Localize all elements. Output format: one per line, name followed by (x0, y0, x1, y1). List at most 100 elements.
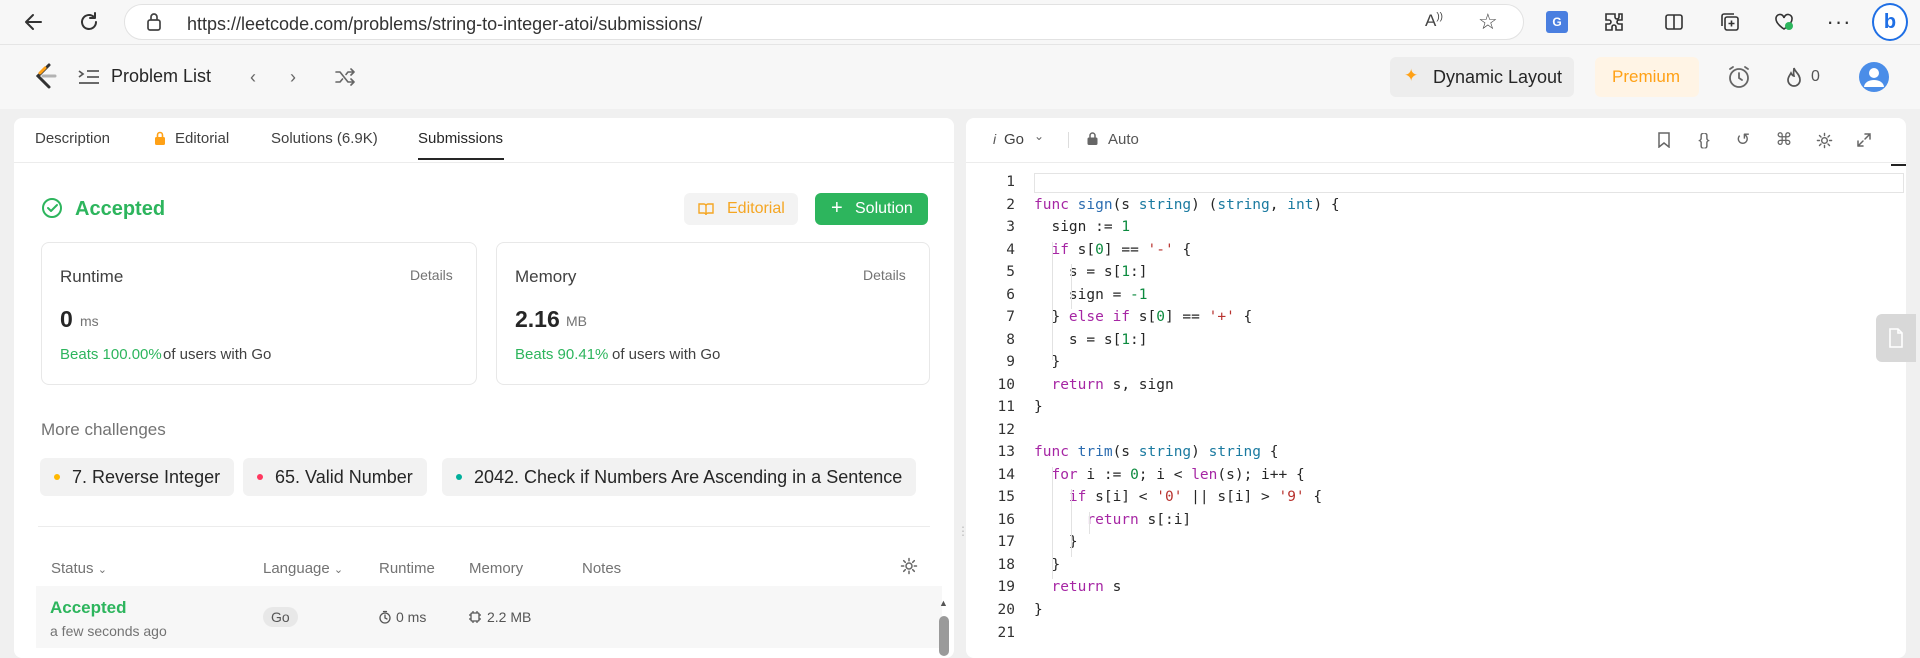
line-number: 11 (997, 399, 1015, 415)
streak-count: 0 (1811, 68, 1820, 85)
chevron-down-icon[interactable]: ⌄ (1034, 129, 1044, 143)
lock-icon[interactable] (145, 12, 163, 37)
line-number: 5 (1006, 264, 1015, 280)
code-line: return s[:i] (1086, 512, 1192, 528)
scroll-up-arrow-icon[interactable]: ▲ (939, 598, 948, 608)
runtime-column-header: Runtime (379, 560, 435, 577)
health-heart-icon[interactable] (1770, 8, 1798, 36)
challenge-chip[interactable]: 7. Reverse Integer (40, 458, 235, 496)
tab-description[interactable]: Description (35, 130, 110, 147)
line-number: 13 (997, 444, 1015, 460)
memory-card: Memory Details 2.16 MB Beats 90.41% of u… (496, 242, 930, 385)
tab-submissions[interactable]: Submissions (418, 130, 503, 147)
problem-list-link[interactable]: Problem List (111, 66, 211, 87)
challenge-label: 7. Reverse Integer (72, 466, 221, 487)
fullscreen-expand-icon[interactable] (1850, 126, 1878, 154)
indent-guide (1071, 489, 1072, 557)
next-problem-button[interactable]: › (279, 63, 307, 91)
current-line-highlight (1034, 173, 1904, 193)
extensions-icon[interactable] (1600, 8, 1628, 36)
solution-button[interactable]: + Solution (815, 193, 928, 225)
accepted-status: Accepted (75, 198, 166, 220)
memory-title: Memory (515, 267, 577, 286)
memory-chip-icon (468, 610, 482, 629)
line-number: 3 (1006, 219, 1015, 235)
split-screen-icon[interactable] (1660, 8, 1688, 36)
line-number: 16 (997, 512, 1015, 528)
line-number: 15 (997, 489, 1015, 505)
favorite-star-icon[interactable]: ☆ (1478, 9, 1498, 35)
editor-toolbar (966, 118, 1906, 163)
plus-icon: + (831, 197, 843, 219)
back-arrow-icon[interactable] (20, 8, 48, 36)
line-number: 20 (997, 602, 1015, 618)
runtime-details-link[interactable]: Details (410, 267, 453, 283)
line-number: 2 (1006, 197, 1015, 213)
timer-clock-icon[interactable] (1724, 62, 1754, 92)
runtime-title: Runtime (60, 267, 124, 286)
runtime-value: 0 (60, 306, 73, 332)
memory-details-link[interactable]: Details (863, 267, 906, 283)
line-number: 21 (997, 625, 1015, 641)
code-line: sign := 1 (1034, 219, 1131, 235)
bing-copilot-icon[interactable]: b (1872, 3, 1908, 41)
premium-button[interactable]: Premium (1595, 57, 1699, 97)
status-column-header[interactable]: Status ⌄ (51, 560, 107, 577)
editor-settings-gear-icon[interactable] (1810, 126, 1838, 154)
settings-gear-icon[interactable] (900, 557, 918, 580)
collections-icon[interactable] (1716, 8, 1744, 36)
memory-column-header: Memory (469, 560, 524, 577)
challenge-label: 65. Valid Number (275, 466, 413, 487)
language-selector[interactable]: Go (1004, 131, 1024, 148)
tab-editorial[interactable]: Editorial (175, 130, 229, 147)
panel-resize-handle[interactable]: ⋮ (957, 525, 969, 548)
auto-mode-label[interactable]: Auto (1108, 131, 1139, 148)
row-language-badge: Go (263, 607, 298, 627)
runtime-beats-suffix: of users with Go (163, 346, 272, 363)
streak-flame-icon[interactable] (1783, 63, 1805, 91)
bookmark-icon[interactable] (1650, 126, 1678, 154)
language-column-header[interactable]: Language ⌄ (263, 560, 343, 577)
user-avatar[interactable] (1858, 61, 1890, 93)
code-line: return s (1051, 579, 1122, 595)
memory-beats: Beats 90.41% (515, 346, 609, 363)
address-bar[interactable]: https://leetcode.com/problems/string-to-… (124, 4, 1524, 40)
notes-column-header: Notes (582, 560, 622, 577)
dynamic-layout-button[interactable]: ✦ Dynamic Layout (1390, 57, 1574, 97)
format-code-braces-icon[interactable]: {} (1690, 126, 1718, 154)
runtime-beats: Beats 100.00% (60, 346, 162, 363)
difficulty-dot (456, 474, 462, 480)
tab-solutions[interactable]: Solutions (6.9K) (271, 130, 378, 147)
check-circle-icon (41, 197, 63, 224)
code-line: } (1034, 602, 1043, 618)
indent-guide (1052, 242, 1053, 360)
list-icon[interactable] (76, 65, 102, 89)
reset-code-icon[interactable]: ↺ (1729, 126, 1757, 154)
read-aloud-icon[interactable]: A)) (1425, 11, 1443, 31)
url-text[interactable]: https://leetcode.com/problems/string-to-… (187, 14, 702, 35)
line-number: 8 (1006, 332, 1015, 348)
translate-icon[interactable]: G (1543, 8, 1571, 36)
line-number: 14 (997, 467, 1015, 483)
solution-label: Solution (855, 200, 913, 217)
challenge-chip[interactable]: 2042. Check if Numbers Are Ascending in … (442, 458, 917, 496)
leetcode-logo-icon[interactable] (30, 61, 60, 91)
indent-guide (1052, 467, 1053, 579)
scrollbar-thumb[interactable] (939, 616, 949, 656)
challenge-label: 2042. Check if Numbers Are Ascending in … (474, 466, 903, 487)
lock-icon (1086, 131, 1099, 151)
difficulty-dot (257, 474, 263, 480)
code-line: } (1034, 354, 1061, 370)
row-status[interactable]: Accepted (50, 598, 127, 618)
browser-toolbar: https://leetcode.com/problems/string-to-… (0, 0, 1920, 44)
prev-problem-button[interactable]: ‹ (239, 63, 267, 91)
stopwatch-icon (378, 610, 392, 629)
command-shortcuts-icon[interactable]: ⌘ (1770, 126, 1798, 154)
editorial-button[interactable]: Editorial (684, 193, 798, 225)
challenge-chip[interactable]: 65. Valid Number (243, 458, 427, 496)
more-menu-icon[interactable]: ··· (1825, 8, 1853, 36)
reload-icon[interactable] (75, 8, 103, 36)
shuffle-icon[interactable] (331, 63, 359, 91)
notes-side-tab[interactable] (1876, 314, 1916, 362)
active-tab-underline (418, 158, 504, 160)
